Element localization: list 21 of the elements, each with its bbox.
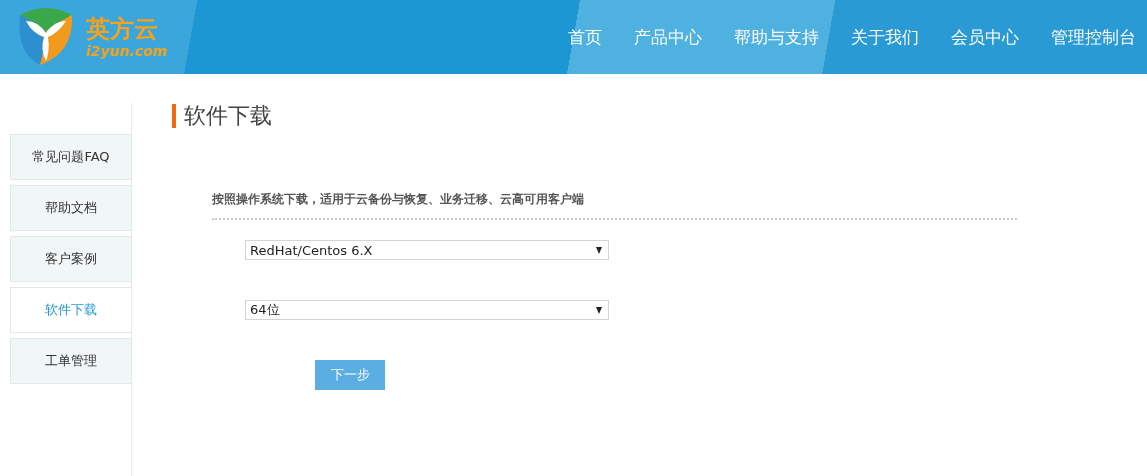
nav-link[interactable]: 管理控制台 (1046, 25, 1141, 49)
nav-link[interactable]: 会员中心 (946, 25, 1024, 49)
logo-domain: i2yun.com (86, 43, 168, 59)
dropdown[interactable]: 64位 (245, 300, 609, 320)
nav-link[interactable]: 关于我们 (846, 25, 924, 49)
description: 按照操作系统下载，适用于云备份与恢复、业务迁移、云高可用客户端 (212, 191, 585, 208)
sidebar-item[interactable]: 客户案例 (10, 236, 131, 282)
logo-name: 英方云 (86, 15, 159, 43)
title-accent-bar (172, 104, 176, 128)
caret-icon (596, 306, 602, 314)
nav-link[interactable]: 产品中心 (629, 25, 707, 49)
nav-link[interactable]: 帮助与支持 (729, 25, 824, 49)
next-button[interactable]: 下一步 (315, 360, 385, 390)
nav-link[interactable]: 首页 (563, 25, 607, 49)
page-title: 软件下载 (184, 102, 272, 130)
sidebar-item[interactable]: 帮助文档 (10, 185, 131, 231)
caret-icon (596, 246, 602, 254)
sidebar-item[interactable]: 工单管理 (10, 338, 131, 384)
sidebar-item[interactable]: 常见问题FAQ (10, 134, 131, 180)
sidebar-item[interactable]: 软件下载 (10, 287, 131, 333)
dropdown[interactable]: RedHat/Centos 6.X (245, 240, 609, 260)
